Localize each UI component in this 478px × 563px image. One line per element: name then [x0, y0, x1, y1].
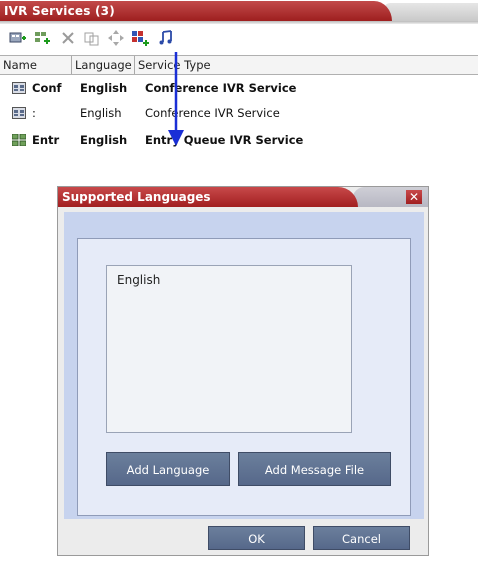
column-header-language[interactable]: Language — [75, 56, 132, 74]
delete-icon[interactable] — [58, 28, 78, 48]
panel-title: IVR Services (3) — [4, 4, 115, 18]
new-queue-service-icon[interactable] — [32, 28, 52, 48]
service-icon — [12, 82, 26, 94]
column-divider[interactable] — [71, 56, 72, 74]
new-service-icon[interactable] — [8, 28, 28, 48]
supported-languages-dialog: Supported Languages ✕ English Add Langua… — [57, 186, 429, 556]
dialog-title: Supported Languages — [62, 190, 211, 204]
column-divider[interactable] — [134, 56, 135, 74]
row-language: English — [80, 81, 128, 95]
move-icon[interactable] — [106, 28, 126, 48]
column-header-name[interactable]: Name — [3, 56, 37, 74]
cancel-button[interactable]: Cancel — [313, 526, 410, 550]
row-language: English — [80, 133, 128, 147]
language-list[interactable]: English — [106, 265, 352, 433]
table-header: Name Language Service Type — [0, 55, 478, 75]
copy-icon[interactable] — [82, 28, 102, 48]
service-icon — [12, 107, 26, 119]
dialog-title-tab: Supported Languages — [58, 187, 358, 207]
annotation-arrow-icon — [168, 52, 184, 146]
row-language: English — [80, 106, 122, 120]
close-icon[interactable]: ✕ — [406, 190, 422, 204]
table-row[interactable]: Entr English Entry Queue IVR Service — [0, 129, 478, 151]
add-message-file-button[interactable]: Add Message File — [238, 452, 391, 486]
panel-title-tab: IVR Services (3) — [0, 1, 392, 21]
row-name: Entr — [32, 133, 60, 147]
title-bar-background — [380, 3, 478, 21]
add-language-button[interactable]: Add Language — [106, 452, 230, 486]
music-icon[interactable] — [156, 28, 176, 48]
list-item[interactable]: English — [117, 273, 160, 287]
dialog-body: English Add Language Add Message File — [64, 212, 424, 519]
table-row[interactable]: Conf English Conference IVR Service — [0, 77, 478, 99]
table-row[interactable]: : English Conference IVR Service — [0, 102, 478, 124]
queue-service-icon — [12, 134, 26, 146]
languages-panel: English Add Language Add Message File — [77, 238, 411, 516]
toolbar — [0, 26, 478, 52]
row-name: Conf — [32, 81, 62, 95]
ok-button[interactable]: OK — [208, 526, 305, 550]
supported-languages-icon[interactable] — [130, 28, 150, 48]
title-divider — [0, 21, 478, 24]
row-name: : — [32, 106, 36, 120]
